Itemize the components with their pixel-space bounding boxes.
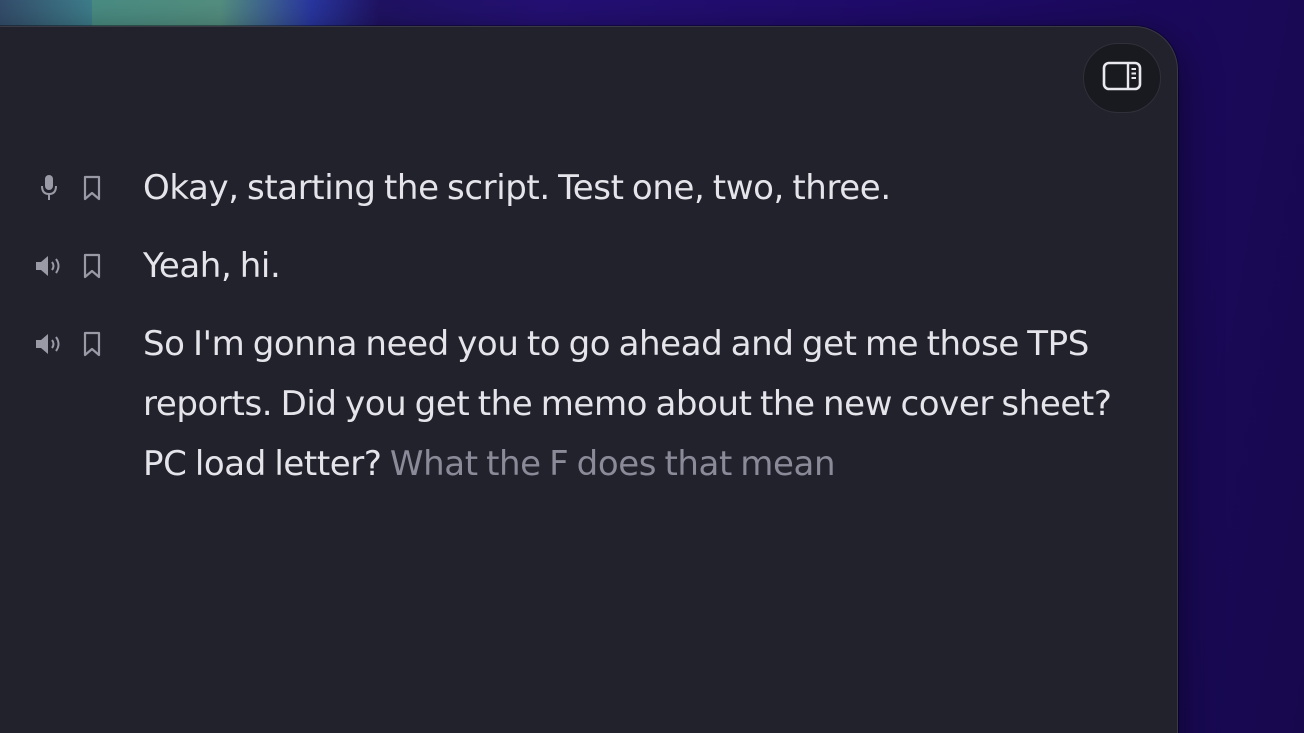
microphone-icon	[32, 173, 66, 203]
sidebar-toggle-button[interactable]	[1083, 43, 1161, 113]
bookmark-icon[interactable]	[80, 173, 104, 203]
pending-text: What the F does that mean	[389, 444, 836, 484]
final-text: Okay, starting the script. Test one, two…	[143, 168, 891, 208]
transcript-text: Okay, starting the script. Test one, two…	[143, 158, 1128, 218]
speaker-icon	[32, 329, 66, 359]
bookmark-icon[interactable]	[80, 251, 104, 281]
bookmark-icon[interactable]	[80, 329, 104, 359]
sidebar-right-icon	[1102, 61, 1142, 95]
transcript-text: So I'm gonna need you to go ahead and ge…	[143, 314, 1128, 494]
transcript-text: Yeah, hi.	[143, 236, 1128, 296]
speaker-icon	[32, 251, 66, 281]
final-text: Yeah, hi.	[143, 246, 281, 286]
